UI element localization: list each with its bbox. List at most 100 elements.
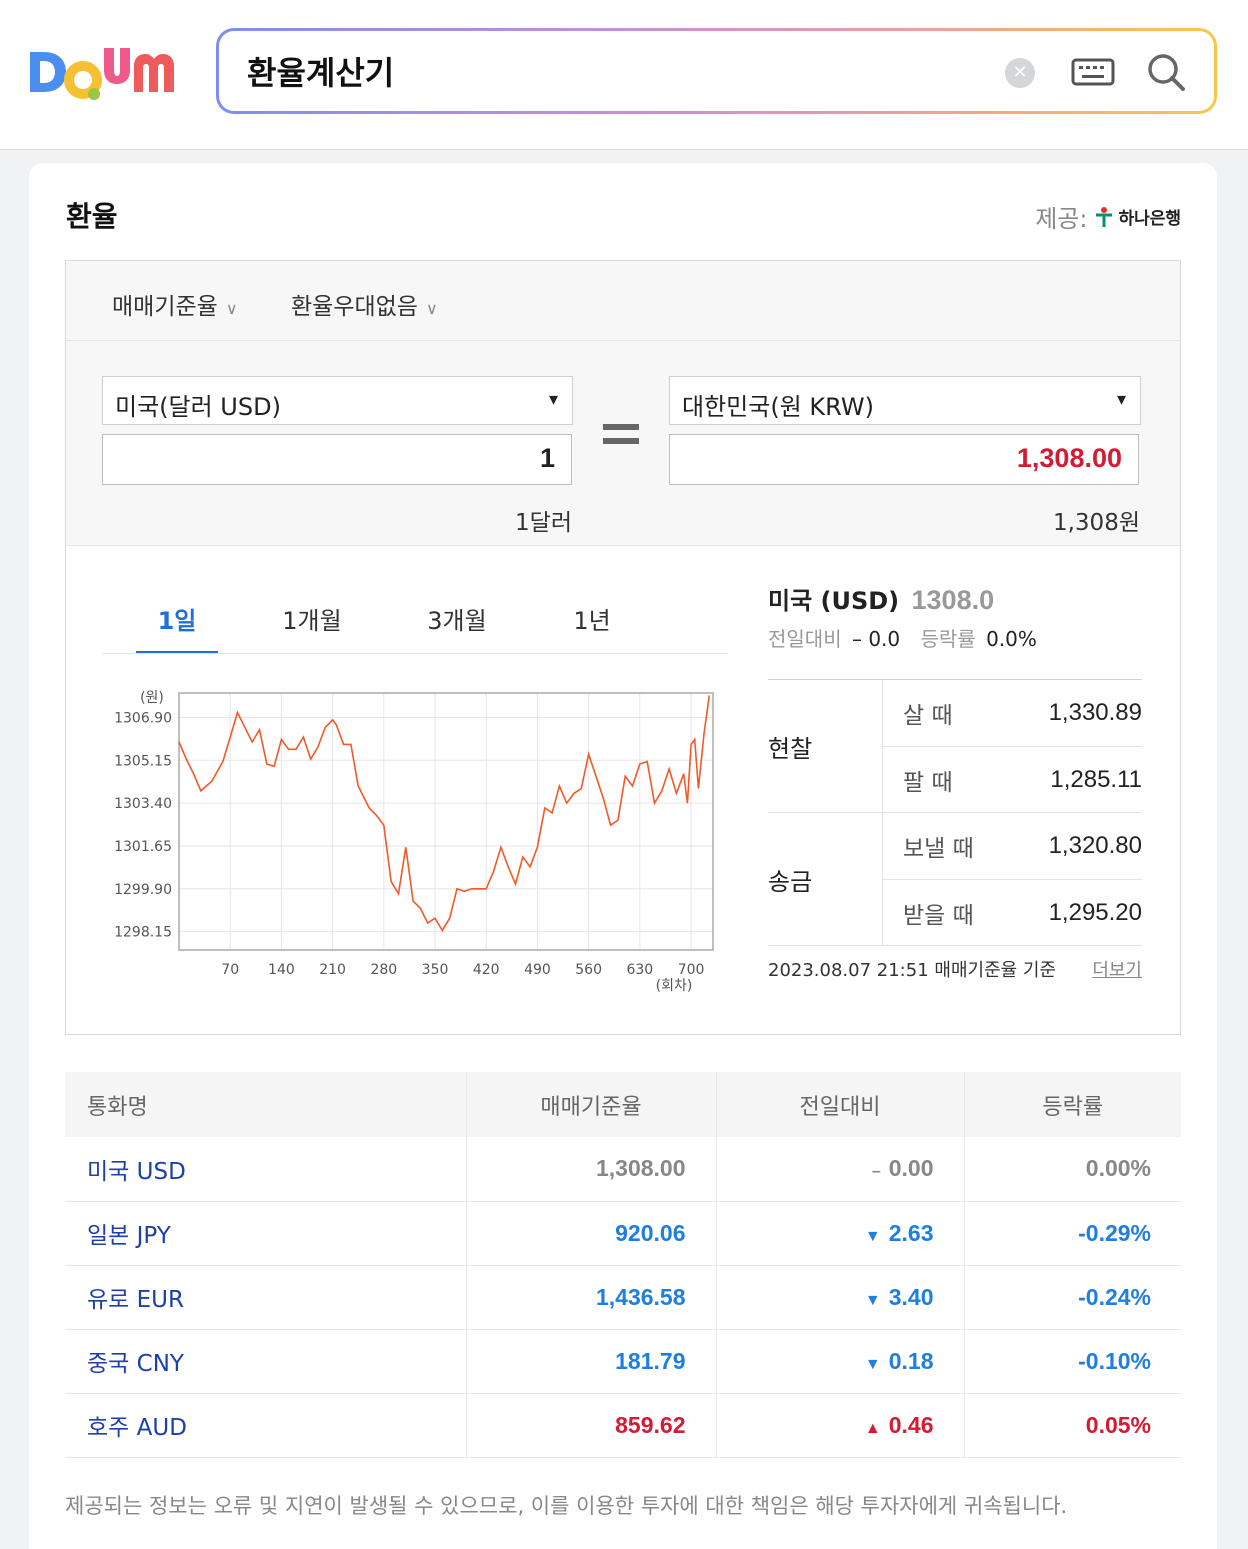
tab-3month[interactable]: 3개월: [412, 601, 502, 636]
change-label: 전일대비: [768, 627, 842, 651]
basis-text: 매매기준율 기준: [934, 960, 1057, 981]
discount-dropdown[interactable]: 환율우대없음 ∨: [291, 287, 438, 321]
currency-change: –0.00: [716, 1137, 965, 1202]
header-rate: 매매기준율: [466, 1072, 717, 1137]
tab-1year[interactable]: 1년: [557, 601, 627, 636]
calculator-box: 매매기준율 ∨ 환율우대없음 ∨ 미국(달러 USD) ▾ 1 대한민국(원 KRW…: [65, 260, 1181, 1035]
remit-group: 송금 보낼 때 1,320.80 받을 때 1,295.20: [768, 813, 1142, 946]
triangle-down-icon: ▼: [864, 1291, 881, 1309]
currency-rate: 1,436.58: [466, 1265, 717, 1330]
currency-name[interactable]: 호주 AUD: [65, 1393, 467, 1458]
more-link[interactable]: 더보기: [1092, 956, 1142, 982]
period-tabs: 1일 1개월 3개월 1년: [102, 591, 728, 654]
table-row[interactable]: 호주 AUD 859.62 ▲ 0.46 0.05%: [65, 1393, 1181, 1458]
currency-rate: 920.06: [466, 1201, 717, 1266]
keyboard-icon[interactable]: [1071, 56, 1115, 88]
remit-send-label: 보낼 때: [903, 836, 974, 862]
currency-name[interactable]: 일본 JPY: [65, 1201, 467, 1266]
x-tick-label: 70: [221, 962, 239, 978]
options-bar: 매매기준율 ∨ 환율우대없음 ∨: [66, 261, 1180, 341]
x-tick-label: 630: [626, 962, 653, 978]
currency-table: 통화명 매매기준율 전일대비 등락률 미국 USD 1,308.00–0.00 0.…: [65, 1072, 1181, 1458]
currency-rate: 1,308.00: [466, 1137, 717, 1202]
tab-1day[interactable]: 1일: [136, 601, 218, 636]
x-tick-label: 350: [422, 962, 449, 978]
currency-change: ▼ 0.18: [716, 1329, 965, 1394]
from-amount-text: 1달러: [515, 510, 572, 536]
table-row[interactable]: 중국 CNY 181.79 ▼ 0.18 -0.10%: [65, 1329, 1181, 1394]
x-tick-label: 700: [678, 962, 705, 978]
currency-change-value: 0.00: [888, 1155, 934, 1182]
search-input[interactable]: [247, 49, 947, 93]
x-tick-label: 210: [319, 962, 346, 978]
to-currency-select[interactable]: 대한민국(원 KRW) ▾: [669, 376, 1141, 425]
y-tick-label: 1299.90: [114, 882, 172, 898]
flat-dash-icon: –: [871, 1163, 881, 1181]
change-value: 0.0: [868, 627, 901, 651]
triangle-down-icon: ▼: [864, 1355, 881, 1373]
series-line-usd-krw: [178, 695, 711, 932]
provider-name: 하나은행: [1118, 209, 1181, 229]
currency-pct: -0.24%: [964, 1265, 1181, 1330]
table-row[interactable]: 유로 EUR 1,436.58 ▼ 3.40 -0.24%: [65, 1265, 1181, 1330]
y-tick-label: 1305.15: [114, 753, 172, 769]
converter: 미국(달러 USD) ▾ 1 대한민국(원 KRW) ▾ 1,308.00 1달…: [66, 341, 1180, 546]
disclaimer: 제공되는 정보는 오류 및 지연이 발생될 수 있으므로, 이를 이용한 투자에…: [65, 1494, 1068, 1518]
remit-label: 송금: [768, 813, 883, 945]
info-footer: 2023.08.07 21:51 매매기준율 기준 더보기: [768, 956, 1142, 982]
currency-change-value: 3.40: [888, 1283, 934, 1310]
header-pct: 등락률: [964, 1072, 1181, 1137]
to-amount-input[interactable]: 1,308.00: [669, 434, 1139, 485]
currency-name[interactable]: 미국 USD: [65, 1137, 467, 1202]
currency-change: ▼ 3.40: [716, 1265, 965, 1330]
exchange-rate-card: 환율 제공: 하나은행 매매기준율 ∨ 환율우대없음 ∨ 미국(달러 USD) ▾ …: [29, 163, 1217, 1549]
cash-buy-label: 살 때: [903, 703, 953, 729]
to-currency-label: 대한민국(원 KRW): [682, 393, 874, 421]
currency-rate: 859.62: [466, 1393, 717, 1458]
provider-label: 제공:: [1035, 205, 1088, 233]
remit-recv-row: 받을 때 1,295.20: [883, 879, 1142, 945]
currency-change-value: 0.46: [888, 1411, 934, 1438]
hana-bank-logo[interactable]: 하나은행: [1093, 204, 1181, 229]
currency-pct: -0.29%: [964, 1201, 1181, 1266]
cash-buy-row: 살 때 1,330.89: [883, 680, 1142, 746]
currency-name[interactable]: 중국 CNY: [65, 1329, 467, 1394]
cash-group: 현찰 살 때 1,330.89 팔 때 1,285.11: [768, 680, 1142, 813]
equals-icon: [603, 424, 639, 444]
search-box: ✕: [216, 28, 1217, 114]
currency-name[interactable]: 유로 EUR: [65, 1265, 467, 1330]
info-price: 1308.0: [911, 585, 995, 615]
rate-type-label: 매매기준율: [112, 294, 218, 320]
cash-label: 현찰: [768, 680, 883, 812]
cash-sell-label: 팔 때: [903, 769, 953, 796]
rate-label: 등락률: [920, 627, 976, 651]
provider: 제공: 하나은행: [1035, 199, 1181, 234]
timestamp: 2023.08.07 21:51: [768, 960, 929, 981]
clear-icon[interactable]: ✕: [1005, 58, 1035, 88]
rate-type-dropdown[interactable]: 매매기준율 ∨: [112, 287, 238, 321]
chevron-down-icon: ▾: [548, 389, 558, 410]
chevron-down-icon: ▾: [1116, 389, 1126, 410]
currency-change-value: 2.63: [888, 1219, 934, 1246]
info-title: 미국 (USD): [768, 587, 900, 615]
chart-ylabel: (원): [140, 690, 164, 706]
rate-value: 0.0%: [986, 627, 1037, 651]
remit-recv-label: 받을 때: [903, 902, 974, 929]
chevron-down-icon: ∨: [225, 299, 238, 318]
cash-buy-value: 1,330.89: [1048, 699, 1142, 726]
tab-1month[interactable]: 1개월: [267, 601, 357, 636]
discount-label: 환율우대없음: [291, 294, 418, 320]
table-row[interactable]: 미국 USD 1,308.00–0.00 0.00%: [65, 1137, 1181, 1202]
to-amount-text: 1,308원: [1052, 510, 1140, 536]
x-tick-label: 420: [473, 962, 500, 978]
daum-logo[interactable]: [28, 40, 182, 104]
remit-send-value: 1,320.80: [1048, 832, 1142, 859]
card-title: 환율: [66, 200, 118, 233]
currency-change: ▲ 0.46: [716, 1393, 965, 1458]
search-icon[interactable]: [1145, 51, 1187, 93]
from-amount-input[interactable]: 1: [102, 434, 572, 485]
header-change: 전일대비: [716, 1072, 965, 1137]
table-row[interactable]: 일본 JPY 920.06 ▼ 2.63 -0.29%: [65, 1201, 1181, 1266]
currency-change: ▼ 2.63: [716, 1201, 965, 1266]
from-currency-select[interactable]: 미국(달러 USD) ▾: [102, 376, 573, 425]
